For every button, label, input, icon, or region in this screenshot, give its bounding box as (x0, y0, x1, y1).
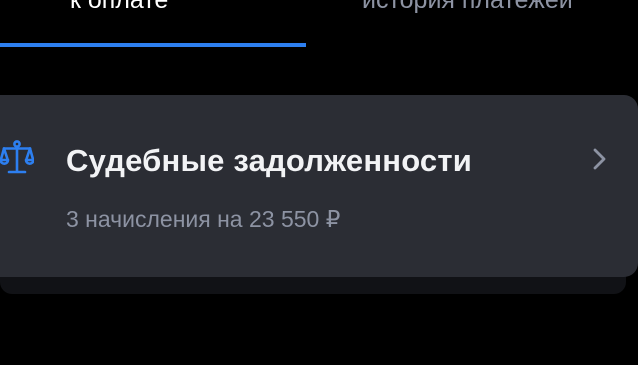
scales-icon (0, 140, 35, 176)
card-subtitle: 3 начисления на 23 550 ₽ (66, 206, 341, 232)
tab-bar: к оплате история платежей (0, 0, 638, 48)
card-title: Судебные задолженности (66, 143, 473, 178)
tab-payment-history[interactable]: история платежей (362, 0, 638, 48)
tab-to-pay-label: к оплате (70, 0, 169, 14)
tab-payment-history-label: история платежей (362, 0, 573, 14)
chevron-right-icon[interactable] (592, 147, 608, 171)
active-tab-indicator (0, 43, 306, 47)
tab-to-pay[interactable]: к оплате (0, 0, 306, 48)
court-debts-card[interactable]: Судебные задолженности 3 начисления на 2… (0, 95, 638, 277)
